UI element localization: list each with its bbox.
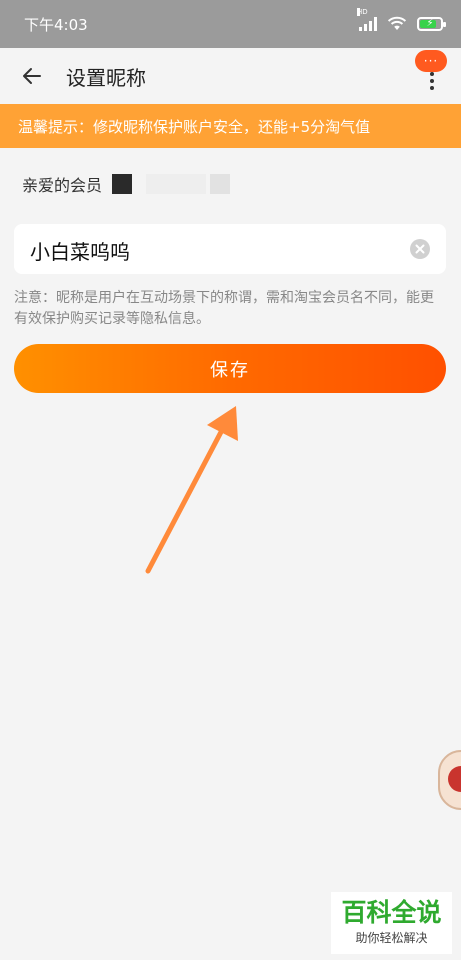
nav-bar: 设置昵称 ··· xyxy=(0,48,461,104)
floating-mascot-button[interactable] xyxy=(438,750,461,810)
message-badge: ··· xyxy=(415,50,447,72)
nickname-input[interactable]: 小白菜呜呜 xyxy=(14,224,446,274)
status-time: 下午4:03 xyxy=(24,15,88,34)
more-vertical-icon xyxy=(430,72,434,90)
battery-charging-icon: ⚡ xyxy=(417,17,446,31)
status-bar: 下午4:03 HD ⚡ xyxy=(0,0,461,48)
redacted-block xyxy=(112,174,133,194)
more-menu-button[interactable]: ··· xyxy=(411,48,451,104)
watermark-logo: 百科全说 助你轻松解决 xyxy=(331,892,452,954)
member-row: 亲爱的会员 xyxy=(22,172,231,196)
signal-hd-label: HD xyxy=(357,8,368,16)
mascot-icon xyxy=(448,766,461,792)
save-button[interactable]: 保存 xyxy=(14,344,446,393)
back-arrow-icon[interactable] xyxy=(20,64,44,88)
nickname-note: 注意：昵称是用户在互动场景下的称谓，需和淘宝会员名不同，能更有效保护购买记录等隐… xyxy=(14,290,434,327)
redacted-block xyxy=(146,174,207,194)
status-icons: HD ⚡ xyxy=(357,8,446,32)
wifi-icon xyxy=(387,16,407,30)
page-title: 设置昵称 xyxy=(66,66,146,90)
signal-icon: HD xyxy=(357,8,377,31)
watermark-sub: 助你轻松解决 xyxy=(355,931,428,945)
tip-banner: 温馨提示：修改昵称保护账户安全，还能+5分淘气值 xyxy=(0,104,461,148)
nickname-value[interactable]: 小白菜呜呜 xyxy=(30,236,130,265)
watermark-main: 百科全说 xyxy=(341,898,442,927)
redacted-block xyxy=(210,174,231,194)
member-label: 亲爱的会员 xyxy=(22,176,103,195)
clear-icon[interactable] xyxy=(410,239,430,259)
tip-text: 温馨提示：修改昵称保护账户安全，还能+5分淘气值 xyxy=(18,117,371,136)
